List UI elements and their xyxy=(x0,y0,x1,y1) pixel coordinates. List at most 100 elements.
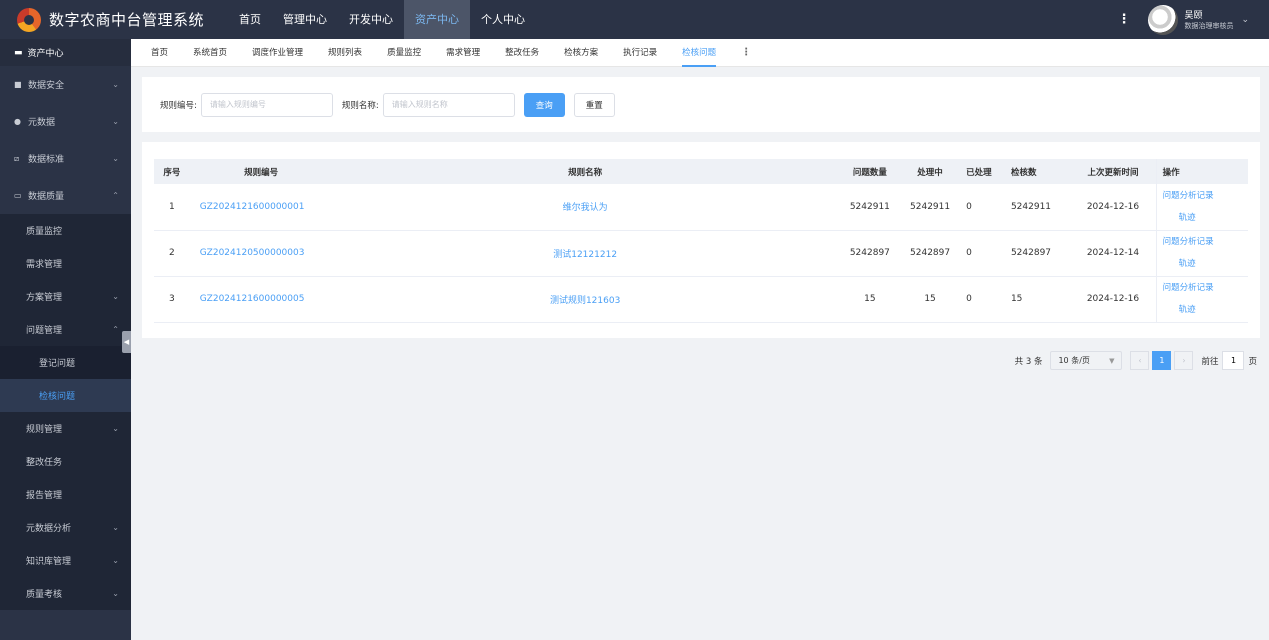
sidebar-item-rules[interactable]: 规则管理 ⌄ xyxy=(0,412,131,445)
tab-rectify[interactable]: 整改任务 xyxy=(505,39,539,67)
prev-page-button[interactable]: ‹ xyxy=(1130,351,1150,370)
cell-check-count: 15 xyxy=(998,276,1071,323)
topnav-management[interactable]: 管理中心 xyxy=(272,0,338,39)
col-processing: 处理中 xyxy=(902,159,959,184)
sidebar: ▬ 资产中心 ■ 数据安全 ⌄ ● 元数据 ⌄ ⧄ 数据标准 ⌄ ▭ 数据质量 … xyxy=(0,39,131,640)
tab-requirement[interactable]: 需求管理 xyxy=(446,39,480,67)
rule-name-link[interactable]: 测试12121212 xyxy=(332,230,838,277)
cell-problem-count: 15 xyxy=(837,276,902,323)
tab-system-home[interactable]: 系统首页 xyxy=(193,39,227,67)
cell-last-update: 2024-12-14 xyxy=(1070,230,1157,277)
rule-code-link[interactable]: GZ2024121600000005 xyxy=(189,276,333,323)
sidebar-item-label: 质量考核 xyxy=(26,590,63,600)
sidebar-item-register-problem[interactable]: 登记问题 xyxy=(0,346,131,379)
more-vertical-icon[interactable]: ⋮ xyxy=(1117,12,1130,27)
collapse-sidebar-handle[interactable]: ◀ xyxy=(122,331,131,353)
page-size-select[interactable]: 10 条/页 ▼ xyxy=(1050,351,1123,370)
sidebar-item-check-problem[interactable]: 检核问题 xyxy=(0,379,131,412)
rule-code-link[interactable]: GZ2024120500000003 xyxy=(189,230,333,277)
rule-name-link[interactable]: 维尔我认为 xyxy=(332,184,838,231)
tab-check-plan[interactable]: 检核方案 xyxy=(564,39,598,67)
sidebar-item-requirement[interactable]: 需求管理 xyxy=(0,247,131,280)
cell-index: 2 xyxy=(154,230,190,277)
cell-index: 1 xyxy=(154,184,190,231)
tab-check-problem[interactable]: 检核问题 xyxy=(682,39,717,67)
sidebar-header: ▬ 资产中心 xyxy=(0,39,131,66)
sidebar-item-metadata[interactable]: ● 元数据 ⌄ xyxy=(0,103,131,140)
sidebar-item-quality-assess[interactable]: 质量考核 ⌄ xyxy=(0,577,131,610)
more-vertical-icon[interactable]: ⋮ xyxy=(741,47,751,58)
sidebar-item-label: 质量监控 xyxy=(26,227,63,237)
col-processed: 已处理 xyxy=(958,159,999,184)
page-unit-label: 页 xyxy=(1248,356,1257,367)
goto-label: 前往 xyxy=(1201,356,1219,367)
sidebar-item-data-standard[interactable]: ⧄ 数据标准 ⌄ xyxy=(0,140,131,177)
col-actions: 操作 xyxy=(1155,159,1248,184)
pagination-total: 共 3 条 xyxy=(1014,356,1043,367)
chevron-down-icon: ⌄ xyxy=(112,292,119,301)
analysis-record-link[interactable]: 问题分析记录 xyxy=(1163,277,1214,299)
user-info[interactable]: 吴颐 数据治理审核员 xyxy=(1184,8,1233,31)
sidebar-item-report[interactable]: 报告管理 xyxy=(0,478,131,511)
sidebar-item-rectify[interactable]: 整改任务 xyxy=(0,445,131,478)
current-page-button[interactable]: 1 xyxy=(1152,351,1172,370)
rule-code-input[interactable] xyxy=(200,92,333,117)
cell-last-update: 2024-12-16 xyxy=(1070,276,1157,323)
page-size-value: 10 条/页 xyxy=(1058,356,1090,365)
pagination: 共 3 条 10 条/页 ▼ ‹ 1 › 前往 页 xyxy=(1015,351,1257,370)
cell-check-count: 5242911 xyxy=(998,184,1071,231)
cell-processing: 5242897 xyxy=(902,230,959,277)
sidebar-item-plan[interactable]: 方案管理 ⌄ xyxy=(0,280,131,313)
chevron-down-icon: ⌄ xyxy=(112,556,119,565)
cell-problem-count: 5242897 xyxy=(837,230,902,277)
query-button[interactable]: 查询 xyxy=(523,92,565,117)
reset-button[interactable]: 重置 xyxy=(573,92,615,117)
sidebar-item-data-quality[interactable]: ▭ 数据质量 ⌃ xyxy=(0,177,131,214)
sidebar-item-metadata-analysis[interactable]: 元数据分析 ⌄ xyxy=(0,511,131,544)
rule-name-input[interactable] xyxy=(382,92,515,117)
trace-link[interactable]: 轨迹 xyxy=(1163,253,1196,275)
rule-code-link[interactable]: GZ2024121600000001 xyxy=(189,184,333,231)
chevron-down-icon: ⌄ xyxy=(112,424,119,433)
avatar[interactable] xyxy=(1148,4,1179,35)
chevron-down-icon: ⌄ xyxy=(112,117,119,126)
topnav-assets[interactable]: 资产中心 xyxy=(404,0,471,39)
sidebar-item-data-security[interactable]: ■ 数据安全 ⌄ xyxy=(0,66,131,103)
cell-processing: 15 xyxy=(902,276,959,323)
tab-quality-monitor[interactable]: 质量监控 xyxy=(387,39,421,67)
topnav-personal[interactable]: 个人中心 xyxy=(470,0,536,39)
tab-rule-list[interactable]: 规则列表 xyxy=(328,39,362,67)
trace-link[interactable]: 轨迹 xyxy=(1163,299,1196,321)
table-panel: 序号 规则编号 规则名称 问题数量 处理中 已处理 检核数 上次更新时间 操作 … xyxy=(142,142,1260,338)
tab-home[interactable]: 首页 xyxy=(151,39,168,67)
col-check-count: 检核数 xyxy=(998,159,1071,184)
cell-actions: 问题分析记录 轨迹 xyxy=(1155,276,1248,323)
sidebar-item-quality-monitor[interactable]: 质量监控 xyxy=(0,214,131,247)
sidebar-item-knowledge[interactable]: 知识库管理 ⌄ xyxy=(0,544,131,577)
chevron-down-icon[interactable]: ⌄ xyxy=(1241,15,1249,25)
next-page-button[interactable]: › xyxy=(1174,351,1194,370)
trace-link[interactable]: 轨迹 xyxy=(1163,207,1196,229)
analysis-record-link[interactable]: 问题分析记录 xyxy=(1163,185,1214,207)
tab-exec-record[interactable]: 执行记录 xyxy=(623,39,657,67)
rule-name-link[interactable]: 测试规则121603 xyxy=(332,276,838,323)
tab-scheduling[interactable]: 调度作业管理 xyxy=(252,39,303,67)
sidebar-item-label: 整改任务 xyxy=(26,458,63,468)
table-row: 1 GZ2024121600000001 维尔我认为 5242911 52429… xyxy=(154,184,1248,231)
user-name: 吴颐 xyxy=(1184,11,1203,21)
cell-actions: 问题分析记录 轨迹 xyxy=(1155,230,1248,277)
goto-page-input[interactable] xyxy=(1222,351,1245,370)
sidebar-item-label: 数据安全 xyxy=(28,81,65,91)
sidebar-item-problem[interactable]: 问题管理 ⌃ xyxy=(0,313,131,346)
cell-index: 3 xyxy=(154,276,190,323)
topnav-home[interactable]: 首页 xyxy=(228,0,272,39)
rule-code-label: 规则编号: xyxy=(160,100,197,111)
topnav-development[interactable]: 开发中心 xyxy=(338,0,404,39)
cell-last-update: 2024-12-16 xyxy=(1070,184,1157,231)
sidebar-item-label: 报告管理 xyxy=(26,491,63,501)
col-rule-code: 规则编号 xyxy=(189,159,333,184)
analysis-record-link[interactable]: 问题分析记录 xyxy=(1163,231,1214,253)
chevron-up-icon: ⌃ xyxy=(112,191,119,200)
col-index: 序号 xyxy=(154,159,190,184)
sidebar-item-label: 知识库管理 xyxy=(26,557,72,567)
